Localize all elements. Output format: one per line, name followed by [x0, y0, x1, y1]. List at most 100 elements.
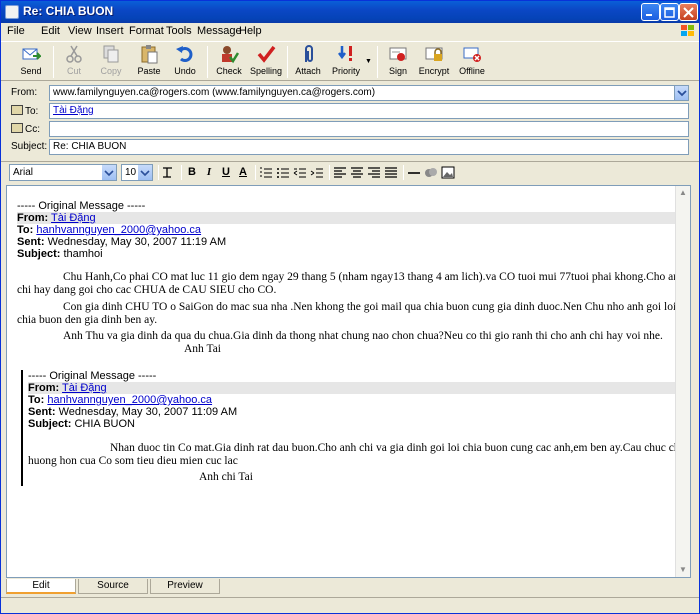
- vertical-scrollbar[interactable]: ▲ ▼: [675, 186, 690, 577]
- chevron-down-icon[interactable]: [138, 165, 152, 180]
- to-row: To: Tài Đặng: [1, 102, 699, 120]
- cut-label: Cut: [66, 66, 81, 76]
- menu-insert[interactable]: Insert: [96, 25, 124, 37]
- undo-button[interactable]: Undo: [169, 44, 201, 80]
- signature: Anh Tai: [184, 343, 221, 355]
- align-right-icon[interactable]: [367, 165, 381, 180]
- subject-label: Subject:: [11, 141, 48, 152]
- quoted-sent-line: Sent: Wednesday, May 30, 2007 11:09 AM: [28, 406, 238, 418]
- undo-icon: [176, 46, 193, 62]
- offline-button[interactable]: Offline: [455, 44, 489, 80]
- toolbar-separator: [181, 165, 182, 180]
- check-names-button[interactable]: Check: [213, 44, 245, 80]
- paperclip-icon: [305, 45, 313, 62]
- address-book-icon[interactable]: [11, 105, 23, 115]
- quoted-from-link[interactable]: Tài Đặng: [62, 382, 107, 394]
- window-title: Re: CHIA BUON: [23, 4, 114, 18]
- compose-window: Re: CHIA BUON File Edit View Insert Form…: [0, 0, 700, 614]
- cc-field[interactable]: [49, 121, 689, 137]
- minimize-button[interactable]: [641, 3, 660, 21]
- close-button[interactable]: [679, 3, 698, 21]
- horizontal-line-icon[interactable]: [407, 165, 421, 180]
- orig-to-link[interactable]: hanhvannguyen_2000@yahoo.ca: [36, 224, 201, 236]
- menu-edit[interactable]: Edit: [41, 25, 60, 37]
- spelling-check-icon: [257, 45, 276, 63]
- tab-preview[interactable]: Preview: [150, 579, 220, 594]
- font-name-select[interactable]: Arial: [9, 164, 117, 181]
- attach-label: Attach: [295, 66, 321, 76]
- message-editor[interactable]: ----- Original Message ----- From: Tài Đ…: [6, 185, 691, 578]
- copy-icon: [103, 45, 119, 63]
- certificate-sign-icon: [389, 47, 407, 61]
- tab-source[interactable]: Source: [78, 579, 148, 594]
- italic-button[interactable]: I: [202, 165, 216, 180]
- align-center-icon[interactable]: [350, 165, 364, 180]
- cut-button[interactable]: Cut: [59, 44, 89, 80]
- body-paragraph: Anh Thu va gia dinh da qua du chua.Gia d…: [63, 330, 663, 342]
- attach-button[interactable]: Attach: [293, 44, 323, 80]
- sign-label: Sign: [388, 66, 407, 76]
- minimize-icon: [646, 14, 652, 16]
- hyperlink-icon[interactable]: [424, 165, 438, 180]
- menu-view[interactable]: View: [68, 25, 92, 37]
- justify-icon[interactable]: [384, 165, 398, 180]
- scroll-down-icon[interactable]: ▼: [676, 563, 690, 577]
- quoted-message-header: ----- Original Message -----: [28, 370, 157, 382]
- font-name-value: Arial: [13, 167, 34, 178]
- menu-tools[interactable]: Tools: [166, 25, 192, 37]
- align-left-icon[interactable]: [333, 165, 347, 180]
- to-label[interactable]: To:: [11, 105, 38, 117]
- encrypt-button[interactable]: Encrypt: [417, 44, 451, 80]
- to-recipient[interactable]: Tài Đặng: [53, 105, 94, 116]
- priority-button[interactable]: Priority: [329, 44, 363, 80]
- sign-button[interactable]: Sign: [383, 44, 413, 80]
- priority-dropdown-arrow-icon[interactable]: ▼: [365, 58, 372, 65]
- tab-edit[interactable]: Edit: [6, 579, 76, 594]
- paragraph-style-icon[interactable]: [161, 165, 175, 180]
- chevron-down-icon[interactable]: [102, 165, 116, 180]
- increase-indent-icon[interactable]: [310, 165, 324, 180]
- body-paragraph: chia buon den gia dinh ben ay.: [17, 314, 158, 326]
- maximize-button[interactable]: [660, 3, 679, 21]
- copy-button[interactable]: Copy: [95, 44, 127, 80]
- insert-picture-icon[interactable]: [441, 165, 455, 180]
- check-label: Check: [216, 66, 242, 76]
- orig-from-link[interactable]: Tài Đặng: [51, 212, 96, 224]
- from-dropdown[interactable]: www.familynguyen.ca@rogers.com (www.fami…: [49, 85, 689, 101]
- underline-button[interactable]: U: [219, 165, 233, 180]
- message-body: Chu Hanh,Co phai CO mat luc 11 gio dem n…: [17, 271, 685, 356]
- subject-field[interactable]: Re: CHIA BUON: [49, 139, 689, 155]
- address-book-icon[interactable]: [11, 123, 23, 133]
- title-bar: Re: CHIA BUON: [1, 1, 699, 23]
- to-field[interactable]: Tài Đặng: [49, 103, 689, 119]
- spelling-button[interactable]: Spelling: [249, 44, 283, 80]
- body-paragraph: chi hay dang goi cho cac CHUA de CAU SIE…: [17, 284, 277, 296]
- undo-label: Undo: [174, 66, 196, 76]
- windows-logo-icon: [681, 25, 694, 36]
- bulleted-list-icon[interactable]: [276, 165, 290, 180]
- send-icon: [22, 48, 41, 60]
- send-button[interactable]: Send: [13, 44, 49, 80]
- cc-label[interactable]: Cc:: [11, 123, 40, 135]
- menu-help[interactable]: Help: [239, 25, 262, 37]
- menu-file[interactable]: File: [7, 25, 25, 37]
- paste-button[interactable]: Paste: [133, 44, 165, 80]
- scroll-up-icon[interactable]: ▲: [676, 186, 690, 200]
- bold-button[interactable]: B: [185, 165, 199, 180]
- font-size-select[interactable]: 10: [121, 164, 153, 181]
- quoted-message: ----- Original Message ----- From: Tài Đ…: [21, 370, 685, 486]
- priority-label: Priority: [331, 66, 360, 76]
- menu-message[interactable]: Message: [197, 25, 242, 37]
- quoted-to-link[interactable]: hanhvannguyen_2000@yahoo.ca: [47, 394, 212, 406]
- mail-app-icon: [5, 5, 19, 19]
- numbered-list-icon[interactable]: [259, 165, 273, 180]
- chevron-down-icon[interactable]: [674, 86, 688, 100]
- menu-format[interactable]: Format: [129, 25, 164, 37]
- send-label: Send: [20, 66, 42, 76]
- offline-label: Offline: [459, 66, 485, 76]
- decrease-indent-icon[interactable]: [293, 165, 307, 180]
- font-color-button[interactable]: A: [236, 165, 250, 180]
- formatting-toolbar: Arial 10 B I U A: [1, 161, 699, 183]
- toolbar-separator: [158, 165, 159, 180]
- toolbar-separator: [403, 165, 404, 180]
